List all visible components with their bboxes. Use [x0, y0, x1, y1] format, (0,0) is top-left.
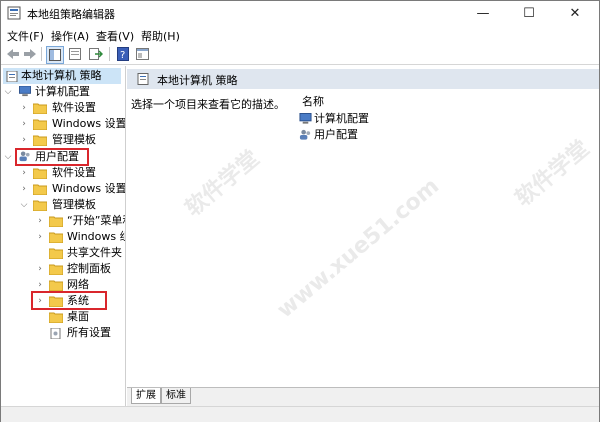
tab-extended[interactable]: 扩展 — [131, 388, 161, 404]
tree-computer-config[interactable]: ⌵ 计算机配置 — [3, 84, 121, 100]
watermark-text: 软件学堂 — [180, 146, 265, 222]
tree-item[interactable]: › Windows 设置 — [19, 116, 126, 132]
tree-item-label: “开始”菜单和 — [67, 214, 125, 227]
chevron-down-icon[interactable]: ⌵ — [19, 197, 29, 213]
folder-icon — [33, 168, 47, 179]
description-text: 选择一个项目来查看它的描述。 — [131, 98, 285, 111]
folder-icon — [49, 216, 63, 227]
tree-item-label: 控制面板 — [67, 262, 111, 275]
toolbar-separator — [109, 47, 110, 61]
list-item-label: 用户配置 — [314, 128, 358, 141]
folder-open-icon — [33, 200, 47, 211]
tree-item[interactable]: › 管理模板 — [19, 132, 123, 148]
tree-item-label: 管理模板 — [52, 198, 96, 211]
menu-view[interactable]: 查看(V) — [96, 28, 134, 44]
tree-item-admin-templates[interactable]: ⌵ 管理模板 — [19, 197, 123, 213]
toolbar-separator — [41, 47, 42, 61]
forward-arrow-icon[interactable] — [22, 46, 38, 62]
app-window: 本地组策略编辑器 — ☐ ✕ 文件(F) 操作(A) 查看(V) 帮助(H) ? — [0, 0, 600, 422]
help-icon[interactable]: ? — [115, 46, 131, 62]
watermark-text: 软件学堂 — [510, 136, 595, 212]
tree-pane: 本地计算机 策略 ⌵ 计算机配置 › 软件设置 › Windows 设置 › 管… — [1, 66, 126, 406]
tree-item[interactable]: › Windows 设置 — [19, 181, 126, 197]
tree-item[interactable]: › 控制面板 — [35, 261, 125, 277]
chevron-right-icon[interactable]: › — [19, 100, 29, 116]
folder-icon — [33, 184, 47, 195]
tree-item[interactable]: › 软件设置 — [19, 165, 123, 181]
svg-text:?: ? — [120, 50, 125, 61]
tree-item-label: 共享文件夹 — [67, 246, 122, 259]
tree-item[interactable]: › 软件设置 — [19, 100, 123, 116]
column-header-name[interactable]: 名称 — [302, 93, 324, 109]
content-header: 本地计算机 策略 — [127, 69, 599, 89]
back-arrow-icon[interactable] — [5, 46, 21, 62]
tree-item[interactable]: 所有设置 — [35, 325, 125, 341]
tree-item[interactable]: 共享文件夹 — [35, 245, 125, 261]
chevron-right-icon[interactable]: › — [19, 132, 29, 148]
close-button[interactable]: ✕ — [552, 1, 598, 25]
tree-item-label: Windows 设置 — [52, 117, 126, 130]
title-bar: 本地组策略编辑器 — ☐ ✕ — [1, 1, 599, 25]
tree-computer-config-label: 计算机配置 — [35, 85, 90, 98]
tree-item[interactable]: 桌面 — [35, 309, 125, 325]
policy-document-icon — [6, 71, 18, 82]
chevron-right-icon[interactable]: › — [19, 181, 29, 197]
folder-icon — [33, 119, 47, 130]
toolbar: ? — [1, 44, 599, 65]
folder-icon — [49, 312, 63, 323]
tree-item-label: 管理模板 — [52, 133, 96, 146]
content-header-title: 本地计算机 策略 — [157, 74, 238, 87]
tree-item-label: 所有设置 — [67, 326, 111, 339]
tree-item-label: Windows 组 — [67, 230, 126, 243]
policy-document-icon — [137, 73, 149, 85]
list-item-label: 计算机配置 — [314, 112, 369, 125]
policy-editor-icon — [7, 6, 21, 20]
tree-item[interactable]: › Windows 组 — [35, 229, 125, 245]
folder-icon — [33, 103, 47, 114]
tree-item-label: 软件设置 — [52, 101, 96, 114]
tree-root[interactable]: 本地计算机 策略 — [3, 68, 121, 84]
tree-item[interactable]: › “开始”菜单和 — [35, 213, 125, 229]
show-hide-tree-icon[interactable] — [46, 46, 64, 64]
view-tabs: 扩展 标准 — [127, 387, 599, 406]
extended-view-icon[interactable] — [134, 46, 150, 62]
menu-file[interactable]: 文件(F) — [7, 28, 44, 44]
folder-icon — [49, 232, 63, 243]
maximize-button[interactable]: ☐ — [506, 1, 552, 25]
tree-item-label: Windows 设置 — [52, 182, 126, 195]
folder-icon — [49, 248, 63, 259]
tree-root-label: 本地计算机 策略 — [21, 69, 102, 82]
chevron-right-icon[interactable]: › — [19, 165, 29, 181]
tab-standard[interactable]: 标准 — [161, 388, 191, 404]
window-title: 本地组策略编辑器 — [27, 8, 115, 21]
chevron-right-icon[interactable]: › — [35, 261, 45, 277]
folder-icon — [33, 135, 47, 146]
menu-action[interactable]: 操作(A) — [51, 28, 89, 44]
chevron-right-icon[interactable]: › — [35, 229, 45, 245]
settings-page-icon — [50, 328, 61, 339]
computer-icon — [299, 113, 312, 124]
minimize-button[interactable]: — — [460, 1, 506, 25]
folder-icon — [49, 280, 63, 291]
chevron-down-icon[interactable]: ⌵ — [3, 84, 13, 100]
status-bar — [1, 406, 599, 422]
chevron-right-icon[interactable]: › — [35, 213, 45, 229]
folder-icon — [49, 264, 63, 275]
red-highlight-box — [15, 148, 89, 166]
export-list-icon[interactable] — [88, 46, 104, 62]
watermark-text: www.xue51.com — [272, 173, 445, 324]
chevron-down-icon[interactable]: ⌵ — [3, 149, 13, 165]
properties-icon[interactable] — [67, 46, 83, 62]
menu-help[interactable]: 帮助(H) — [141, 28, 180, 44]
red-highlight-box — [31, 291, 107, 310]
content-pane: 本地计算机 策略 选择一个项目来查看它的描述。 名称 计算机配置 用户配置 软件… — [127, 66, 599, 386]
users-icon — [299, 129, 311, 140]
tree-item-label: 桌面 — [67, 310, 89, 323]
computer-icon — [19, 86, 31, 97]
chevron-right-icon[interactable]: › — [19, 116, 29, 132]
tree-item-label: 软件设置 — [52, 166, 96, 179]
menu-bar: 文件(F) 操作(A) 查看(V) 帮助(H) — [1, 25, 599, 44]
